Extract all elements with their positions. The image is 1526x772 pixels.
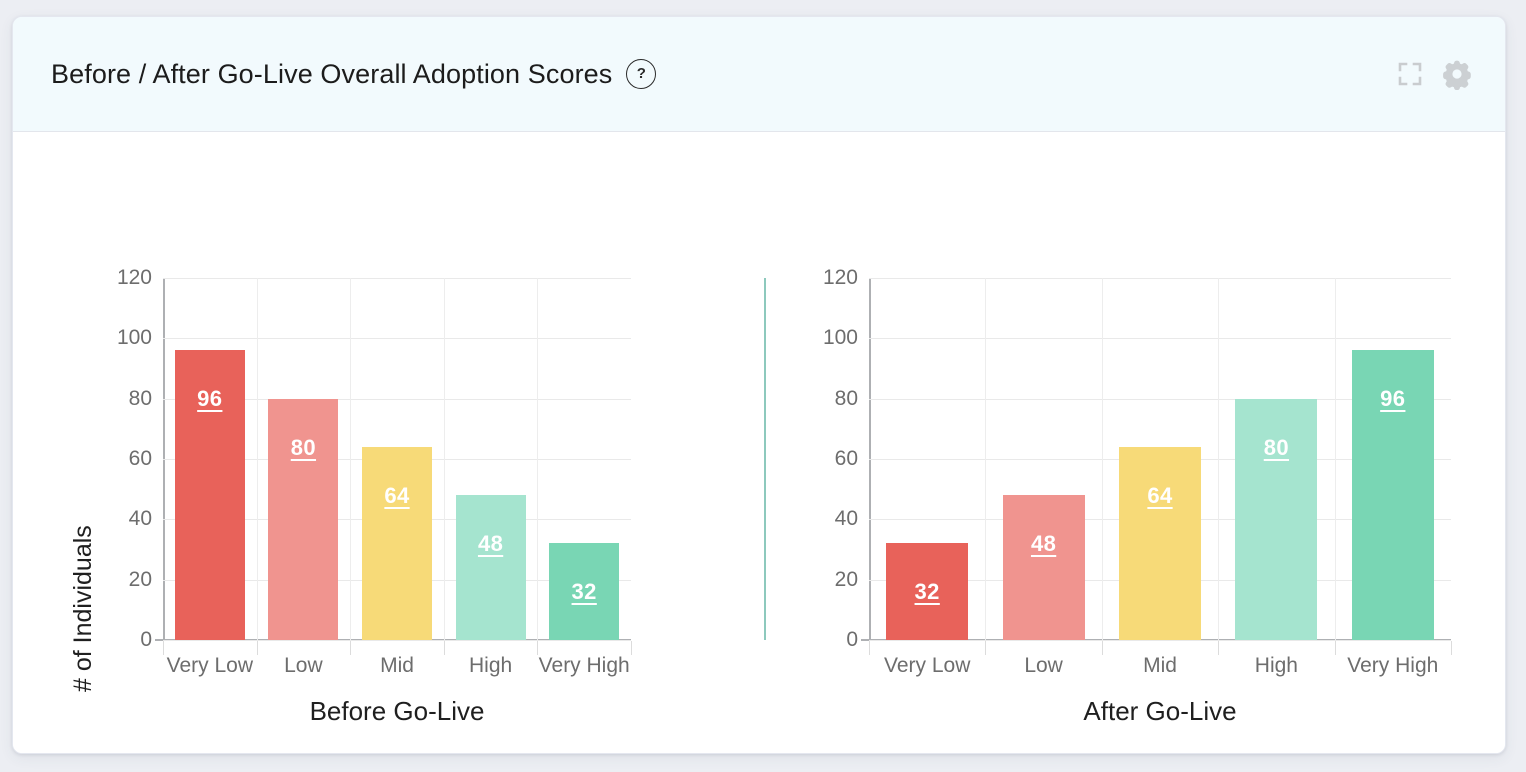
x-tick-mark xyxy=(350,641,352,655)
x-tick-mark xyxy=(1218,641,1220,655)
y-tick-label: 40 xyxy=(834,507,858,531)
gridline xyxy=(869,640,1451,641)
x-axis-title-after: After Go-Live xyxy=(1083,696,1237,726)
bar[interactable]: 96 xyxy=(1351,350,1434,640)
x-tick-label: High xyxy=(468,654,513,677)
x-tick-label: Low xyxy=(1024,654,1063,677)
card-header: Before / After Go-Live Overall Adoption … xyxy=(13,17,1505,132)
y-tick-label: 100 xyxy=(822,326,858,350)
bar-value-label: 64 xyxy=(384,482,410,508)
x-tick-mark xyxy=(163,641,164,655)
chart-divider xyxy=(764,278,766,640)
bar-value-label: 80 xyxy=(290,434,317,460)
x-tick-mark xyxy=(869,641,870,655)
gear-icon[interactable] xyxy=(1441,58,1473,90)
bar[interactable]: 32 xyxy=(886,543,969,640)
bar-value-label: 32 xyxy=(914,579,940,605)
help-icon[interactable]: ? xyxy=(626,59,657,89)
plot-after: 0 20 40 60 80 100 120 Very Low Low Mid High Very Hi… xyxy=(823,266,1452,726)
bar-value-label: 48 xyxy=(477,531,504,557)
x-tick-mark xyxy=(631,641,632,655)
x-tick-label: Very Low xyxy=(166,654,253,677)
y-axis-title-before: # of Individuals xyxy=(69,525,97,692)
bar-value-label: 48 xyxy=(1030,531,1057,557)
x-tick-mark xyxy=(443,641,445,655)
x-tick-mark xyxy=(537,641,539,655)
bar[interactable]: 64 xyxy=(362,446,432,640)
bars-before: 96 80 64 48 32 xyxy=(163,278,631,640)
bar-value-label: 64 xyxy=(1147,482,1173,508)
chart-panel-after: 0 20 40 60 80 100 120 Very Low Low Mid High Very Hi… xyxy=(759,132,1505,753)
y-tick-label: 0 xyxy=(140,628,152,651)
bar[interactable]: 96 xyxy=(174,350,245,640)
bar[interactable]: 48 xyxy=(1002,495,1085,640)
card-body: # of Individuals 0 20 40 60 80 100 120 Very Low… xyxy=(13,132,1505,753)
x-tick-label: Very Low xyxy=(883,654,971,677)
x-tick-label: Very High xyxy=(1347,654,1439,677)
plot-before: 0 20 40 60 80 100 120 Very Low Low Mid High Very Hi… xyxy=(117,266,632,726)
x-tick-mark xyxy=(256,641,258,655)
expand-icon[interactable] xyxy=(1397,61,1423,87)
x-axis-title-before: Before Go-Live xyxy=(309,696,485,726)
y-tick-label: 80 xyxy=(834,386,858,410)
bar-value-label: 96 xyxy=(1380,386,1406,412)
y-tick-label: 20 xyxy=(128,567,152,591)
bar[interactable]: 80 xyxy=(1235,398,1318,640)
bar-value-label: 32 xyxy=(571,579,597,605)
bar[interactable]: 80 xyxy=(268,398,339,640)
x-tick-mark xyxy=(1101,641,1103,655)
y-tick-label: 80 xyxy=(128,386,152,410)
bar-value-label: 80 xyxy=(1263,434,1290,460)
adoption-scores-card: Before / After Go-Live Overall Adoption … xyxy=(12,16,1506,754)
y-tick-label: 60 xyxy=(128,447,152,470)
x-tick-label: Very High xyxy=(538,654,630,677)
bar[interactable]: 64 xyxy=(1119,446,1201,640)
bar[interactable]: 32 xyxy=(549,543,620,640)
y-tick-label: 40 xyxy=(128,507,152,531)
page-title: Before / After Go-Live Overall Adoption … xyxy=(51,58,613,89)
y-tick-label: 60 xyxy=(834,447,858,470)
x-tick-label: Mid xyxy=(380,654,414,677)
x-tick-label: Low xyxy=(284,654,323,677)
bar[interactable]: 48 xyxy=(455,495,526,640)
x-tick-label: Mid xyxy=(1143,654,1177,677)
y-tick-label: 0 xyxy=(846,628,858,651)
bars-after: 32 48 64 80 96 xyxy=(869,278,1451,640)
card-title-group: Before / After Go-Live Overall Adoption … xyxy=(51,59,1397,90)
bar-value-label: 96 xyxy=(197,386,223,412)
charts-row: # of Individuals 0 20 40 60 80 100 120 Very Low… xyxy=(13,132,1505,753)
header-actions xyxy=(1397,58,1473,90)
x-tick-label: High xyxy=(1254,654,1298,677)
gridline xyxy=(163,640,631,641)
x-tick-mark xyxy=(1334,641,1336,655)
y-tick-label: 120 xyxy=(116,266,152,289)
x-tick-mark xyxy=(1451,641,1452,655)
chart-panel-before: # of Individuals 0 20 40 60 80 100 120 Very Low… xyxy=(13,132,759,753)
x-tick-mark xyxy=(985,641,987,655)
y-tick-label: 120 xyxy=(822,266,858,289)
y-tick-label: 100 xyxy=(116,326,152,350)
y-tick-label: 20 xyxy=(834,567,858,591)
